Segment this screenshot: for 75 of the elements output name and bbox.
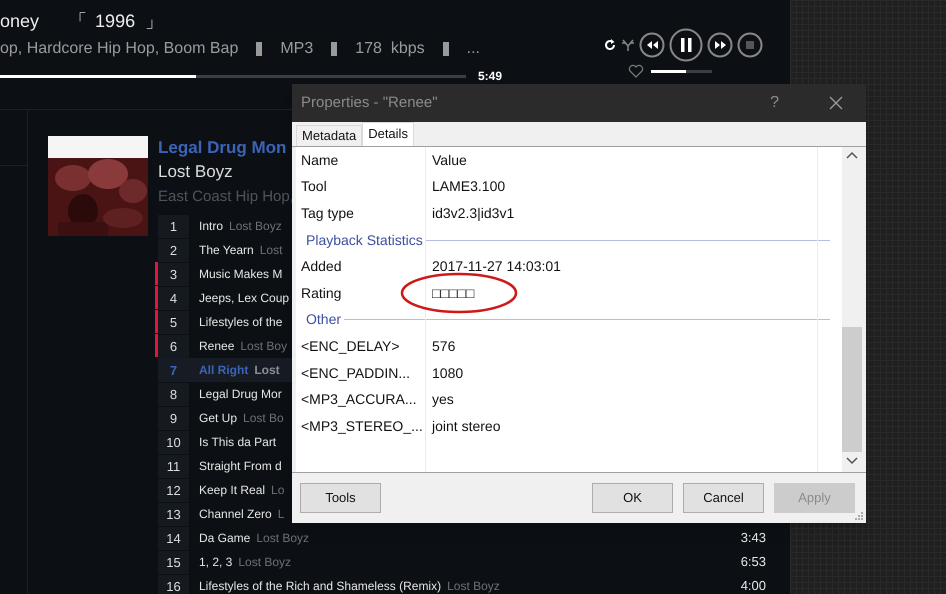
name-cell-text: <MP3_STEREO_... — [300, 416, 424, 436]
track-artist: Lost Bo — [243, 410, 284, 427]
track-duration: 3:43 — [740, 529, 766, 548]
track-title: Da Game — [199, 530, 250, 547]
track-title: Renee — [199, 338, 234, 355]
track-title: The Yearn — [199, 242, 254, 259]
bracket-text: 」 — [145, 10, 164, 32]
track-duration: 6:53 — [740, 553, 766, 572]
value-cell-text: joint stereo — [430, 416, 500, 436]
track-number: 9 — [158, 406, 189, 430]
name-cell-text: Name — [300, 150, 340, 170]
name-cell-text: <ENC_PADDIN... — [300, 364, 412, 383]
track-title: Music Makes M — [199, 266, 282, 283]
time-text: 5:49 — [478, 68, 502, 85]
name-cell-text: Rating — [300, 284, 342, 303]
track-title: Legal Drug Mor — [199, 386, 282, 403]
name-cell-text: Added — [300, 257, 342, 276]
track-artist: Lost Boyz — [238, 554, 292, 571]
group-header: Playback Statistics — [305, 230, 423, 250]
track-number: 1 — [158, 214, 189, 238]
tag-text: op, Hardcore Hip Hop, Boom Bap — [0, 39, 238, 59]
track-number: 4 — [158, 286, 189, 310]
track-title: Lifestyles of the — [199, 314, 282, 331]
track-number: 10 — [158, 430, 189, 454]
value-cell-text: LAME3.100 — [431, 177, 506, 196]
name-cell-text: Tool — [300, 177, 328, 196]
track-number: 11 — [158, 454, 189, 478]
track-number: 5 — [158, 310, 189, 334]
track-artist: Lost Boyz — [256, 530, 310, 547]
track-title: All Right — [199, 362, 248, 379]
track-title: Is This da Part — [199, 434, 276, 451]
album-genre: East Coast Hip Hop, — [158, 187, 294, 207]
value-cell-text: id3v2.3|id3v1 — [431, 204, 514, 223]
track-number: 15 — [158, 550, 189, 574]
track-number: 13 — [158, 502, 189, 526]
name-cell-text: <MP3_ACCURA... — [300, 390, 418, 410]
name-cell-text: Tag type — [300, 204, 355, 223]
tag-text: ... — [466, 39, 480, 59]
track-number: 16 — [158, 574, 189, 594]
value-cell-text: 1080 — [431, 364, 464, 383]
value-cell-text: □□□□□ — [431, 284, 474, 303]
track-title: Channel Zero — [199, 506, 272, 523]
track-number: 2 — [158, 238, 189, 262]
track-title: Get Up — [199, 410, 238, 427]
track-duration: 4:00 — [740, 577, 766, 594]
tag-text: 178 kbps — [355, 39, 425, 59]
track-number: 12 — [158, 478, 189, 502]
track-artist: Lost Boyz — [229, 218, 282, 235]
track-artist: Lost Boyz — [447, 578, 500, 594]
track-title: Jeeps, Lex Coup — [199, 290, 290, 307]
track-number: 6 — [158, 334, 189, 358]
track-title: Keep It Real — [199, 482, 266, 499]
track-title: 1, 2, 3 — [199, 554, 232, 571]
track-number: 3 — [158, 262, 189, 286]
name-cell-text: <ENC_DELAY> — [300, 336, 401, 356]
value-cell-text: 2017-11-27 14:03:01 — [431, 257, 561, 276]
value-cell-text: 576 — [431, 336, 456, 356]
year-text: 1996 — [95, 10, 136, 32]
track-title: Intro — [199, 218, 224, 235]
value-cell-text: Value — [431, 150, 467, 170]
track-artist: Lost Boy — [240, 338, 288, 355]
track-artist: Lost — [260, 242, 282, 259]
group-header: Other — [305, 310, 342, 330]
tag-text: MP3 — [280, 39, 314, 59]
track-artist: Lo — [271, 482, 284, 499]
track-artist: Lost — [254, 362, 280, 379]
track-title: Lifestyles of the Rich and Shameless (Remix) — [199, 578, 442, 594]
value-cell-text: yes — [431, 390, 454, 410]
track-title: oney — [0, 10, 40, 33]
dialog-title: Properties - "Renee" — [301, 92, 438, 113]
bracket-text: 「 — [69, 10, 88, 32]
track-number: 14 — [158, 526, 189, 550]
track-number: 8 — [158, 382, 189, 406]
track-artist: L — [278, 506, 284, 523]
track-title: Straight From d — [199, 458, 282, 475]
